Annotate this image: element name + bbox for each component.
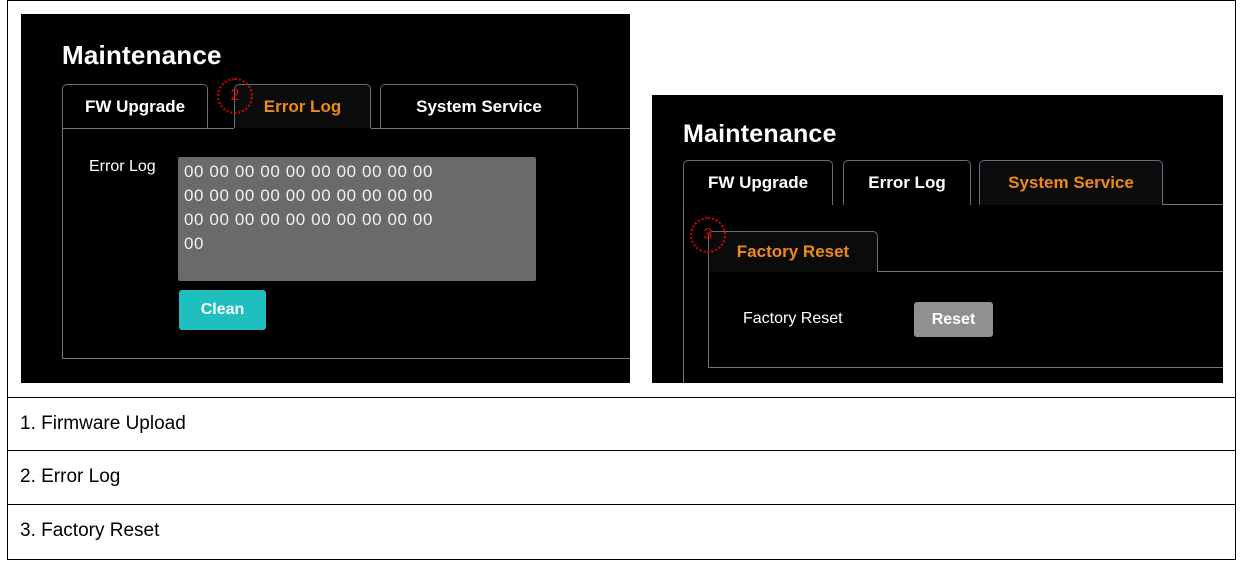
panel-border-top xyxy=(371,128,630,129)
row-divider xyxy=(8,450,1235,451)
panel-border-bottom xyxy=(62,358,630,359)
system-service-screenshot: Maintenance FW Upgrade Error Log System … xyxy=(652,95,1223,383)
row-divider xyxy=(8,504,1235,505)
error-log-textarea[interactable]: 00 00 00 00 00 00 00 00 00 00 00 00 00 0… xyxy=(178,157,536,281)
panel-border-top xyxy=(62,128,234,129)
panel-border-left xyxy=(683,204,685,383)
tab-system-service[interactable]: System Service xyxy=(380,84,578,128)
tab-error-log[interactable]: Error Log xyxy=(843,160,971,205)
panel-border-top xyxy=(1163,204,1223,205)
caption-firmware-upload: 1. Firmware Upload xyxy=(20,413,186,434)
callout-marker-2: 2 xyxy=(217,78,253,114)
page-title: Maintenance xyxy=(683,120,837,148)
callout-marker-3: 3 xyxy=(690,217,726,253)
tab-system-service[interactable]: System Service xyxy=(979,160,1163,205)
page-title: Maintenance xyxy=(62,40,222,70)
subpanel-border-top xyxy=(878,271,1223,272)
subtab-factory-reset[interactable]: Factory Reset xyxy=(708,231,878,272)
caption-error-log: 2. Error Log xyxy=(20,466,121,487)
reset-button[interactable]: Reset xyxy=(914,302,993,337)
tab-error-log[interactable]: Error Log xyxy=(234,84,371,128)
row-divider xyxy=(8,397,1235,398)
panel-border-left xyxy=(62,128,64,358)
subpanel-border-bottom xyxy=(708,367,1223,368)
tab-fw-upgrade[interactable]: FW Upgrade xyxy=(62,84,208,128)
tab-fw-upgrade[interactable]: FW Upgrade xyxy=(683,160,833,205)
clean-button[interactable]: Clean xyxy=(179,290,266,330)
subpanel-border-left xyxy=(708,271,710,367)
caption-factory-reset: 3. Factory Reset xyxy=(20,520,160,541)
factory-reset-label: Factory Reset xyxy=(743,310,843,327)
error-log-screenshot: Maintenance FW Upgrade Error Log System … xyxy=(21,14,630,383)
error-log-label: Error Log xyxy=(89,158,156,175)
